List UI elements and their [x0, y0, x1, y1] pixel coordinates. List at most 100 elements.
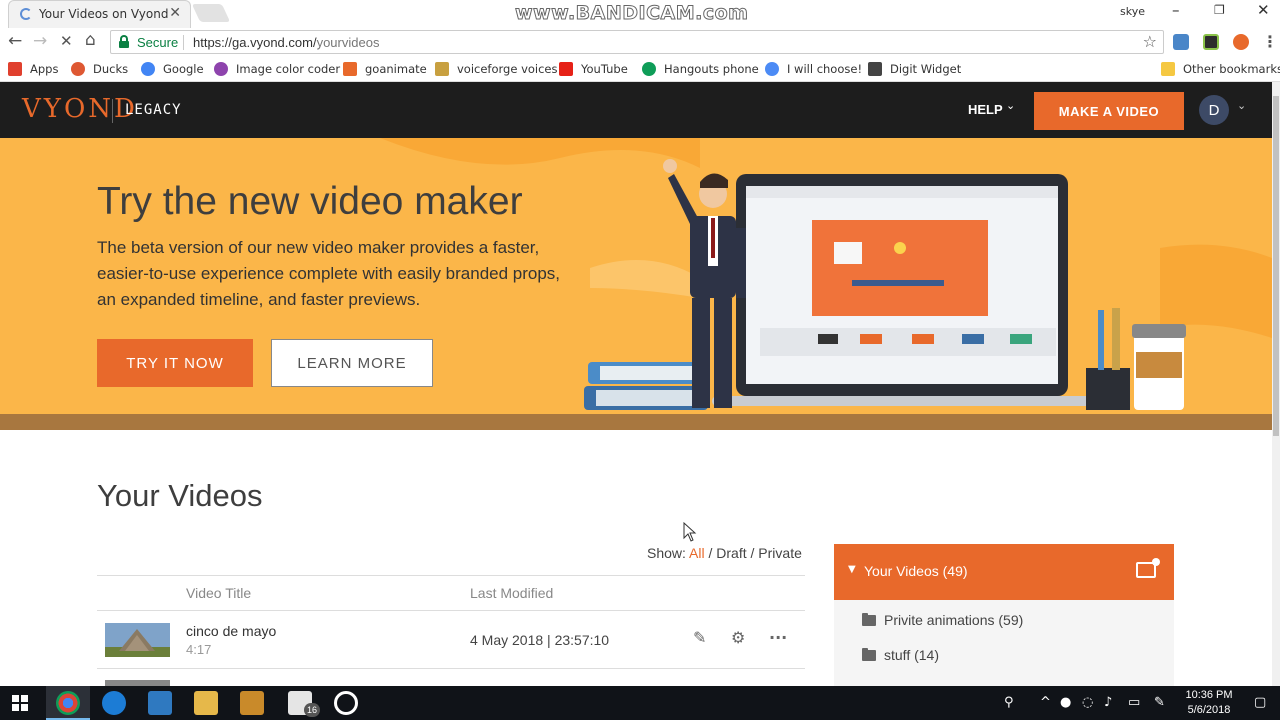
video-duration: 4:17 — [186, 642, 212, 657]
record-icon[interactable] — [334, 691, 358, 715]
bookmark-item[interactable]: I will choose! — [765, 62, 862, 76]
avatar[interactable]: D — [1199, 95, 1229, 125]
recording-watermark: www.BANDICAM.com — [514, 2, 749, 25]
network-icon[interactable]: ◌ — [1082, 695, 1093, 710]
new-tab-button[interactable] — [191, 4, 231, 22]
video-modified: 4 May 2018 | 23:57:10 — [470, 632, 610, 648]
column-header-title[interactable]: Video Title — [186, 585, 251, 601]
extension-icon[interactable] — [1173, 34, 1189, 50]
tray-expand-icon[interactable]: ^ — [1040, 695, 1051, 710]
browser-toolbar: ← → ✕ ⌂ Secure https://ga.vyond.com/your… — [0, 28, 1280, 56]
filter-all[interactable]: All — [689, 545, 705, 561]
mail-badge: 16 — [304, 703, 320, 717]
bookmark-apps[interactable]: Apps — [8, 62, 58, 76]
window-user-label[interactable]: skye — [1120, 5, 1145, 18]
voiceforge-icon — [435, 62, 449, 76]
color-wheel-icon — [214, 62, 228, 76]
folder-header-label[interactable]: Your Videos (49) — [864, 563, 968, 579]
help-menu[interactable]: HELP — [968, 102, 1003, 117]
other-bookmarks[interactable]: Other bookmarks — [1161, 62, 1280, 76]
legacy-label: LEGACY — [125, 102, 182, 118]
hangouts-icon — [642, 62, 656, 76]
tab-close-icon[interactable]: ✕ — [169, 5, 181, 21]
vyond-logo[interactable]: VYOND — [22, 94, 138, 124]
url-text: https://ga.vyond.com/yourvideos — [193, 35, 379, 50]
caret-down-icon[interactable]: ▼ — [848, 564, 856, 575]
scrollbar-thumb[interactable] — [1273, 96, 1279, 436]
promo-banner: Try the new video maker The beta version… — [0, 138, 1272, 430]
learn-more-button[interactable]: LEARN MORE — [271, 339, 433, 387]
home-icon[interactable]: ⌂ — [85, 30, 96, 50]
lock-icon — [119, 35, 129, 48]
battery-icon[interactable]: ▭ — [1128, 695, 1140, 710]
more-options-icon[interactable]: ··· — [769, 628, 787, 647]
try-it-now-button[interactable]: TRY IT NOW — [97, 339, 253, 387]
bookmarks-bar: Apps Ducks Google Image color coder goan… — [0, 56, 1280, 82]
notifications-icon[interactable]: ▢ — [1254, 695, 1266, 710]
chrome-logo-icon — [765, 62, 779, 76]
apps-grid-icon — [8, 62, 22, 76]
chrome-taskbar-icon[interactable] — [56, 691, 80, 715]
folder-icon — [862, 647, 876, 661]
tray-app-icon[interactable]: ● — [1060, 695, 1071, 710]
file-explorer-icon[interactable] — [194, 691, 218, 715]
stop-loading-icon[interactable]: ✕ — [60, 32, 73, 50]
secure-label: Secure — [137, 35, 179, 50]
chevron-down-icon[interactable]: ⌄ — [1006, 99, 1015, 112]
extension-icon[interactable] — [1203, 34, 1219, 50]
banner-floor — [0, 414, 1272, 430]
media-player-icon[interactable] — [240, 691, 264, 715]
restore-icon[interactable]: ❐ — [1214, 3, 1225, 17]
bookmark-item[interactable]: voiceforge voices — [435, 62, 558, 76]
column-header-modified[interactable]: Last Modified — [470, 585, 553, 601]
show-filter: Show: All / Draft / Private — [647, 545, 802, 561]
bookmark-item[interactable]: Hangouts phone — [642, 62, 759, 76]
address-bar[interactable]: Secure https://ga.vyond.com/yourvideos ☆ — [110, 30, 1164, 54]
chevron-down-icon[interactable]: ⌄ — [1237, 99, 1246, 112]
page-title: Your Videos — [97, 478, 263, 513]
taskbar-clock[interactable]: 10:36 PM 5/6/2018 — [1182, 688, 1236, 718]
folder-header[interactable]: ▼ Your Videos (49) — [834, 544, 1174, 600]
bookmark-item[interactable]: YouTube — [559, 62, 628, 76]
windows-taskbar: 16 ⚲ ^ ● ◌ ♪ ▭ ✎ 10:36 PM 5/6/2018 ▢ — [0, 686, 1280, 720]
app-taskbar-icon[interactable] — [148, 691, 172, 715]
bookmark-star-icon[interactable]: ☆ — [1143, 32, 1157, 51]
show-label: Show: — [647, 545, 686, 561]
new-folder-icon[interactable] — [1136, 558, 1160, 578]
video-thumbnail[interactable] — [105, 623, 170, 657]
google-icon — [141, 62, 155, 76]
back-icon[interactable]: ← — [8, 31, 22, 51]
url-host: https://ga.vyond.com/ — [193, 35, 317, 50]
filter-private[interactable]: Private — [758, 545, 802, 561]
pen-icon[interactable]: ✎ — [1154, 695, 1165, 710]
folder-item[interactable]: stuff (14) — [862, 647, 939, 663]
url-path: yourvideos — [316, 35, 380, 50]
window-close-icon[interactable]: ✕ — [1257, 1, 1270, 19]
folders-panel: ▼ Your Videos (49) Privite animations (5… — [834, 544, 1174, 686]
people-icon[interactable]: ⚲ — [1004, 695, 1014, 710]
volume-icon[interactable]: ♪ — [1104, 695, 1112, 710]
forward-icon[interactable]: → — [33, 31, 47, 51]
make-video-button[interactable]: MAKE A VIDEO — [1034, 92, 1184, 130]
bookmark-item[interactable]: Ducks — [71, 62, 128, 76]
banner-title: Try the new video maker — [97, 180, 523, 223]
filter-draft[interactable]: Draft — [716, 545, 746, 561]
tab-title: Your Videos on Vyond — [39, 7, 169, 21]
gear-icon[interactable]: ⚙ — [731, 628, 745, 647]
extension-icon[interactable] — [1233, 34, 1249, 50]
goanimate-icon — [343, 62, 357, 76]
folder-item[interactable]: Privite animations (59) — [862, 612, 1023, 628]
bookmark-item[interactable]: Digit Widget — [868, 62, 961, 76]
page-scrollbar[interactable] — [1272, 82, 1280, 686]
bookmark-item[interactable]: Image color coder — [214, 62, 340, 76]
browser-tab[interactable]: Your Videos on Vyond ✕ — [8, 0, 191, 28]
windows-start-icon[interactable] — [12, 695, 28, 711]
clock-date: 5/6/2018 — [1187, 704, 1231, 716]
browser-menu-icon[interactable]: ⋮ — [1262, 32, 1278, 51]
bookmark-item[interactable]: Google — [141, 62, 204, 76]
minimize-icon[interactable]: – — [1172, 1, 1180, 19]
video-title[interactable]: cinco de mayo — [186, 623, 276, 639]
edit-pencil-icon[interactable]: ✎ — [693, 628, 706, 647]
edge-taskbar-icon[interactable] — [102, 691, 126, 715]
bookmark-item[interactable]: goanimate — [343, 62, 427, 76]
